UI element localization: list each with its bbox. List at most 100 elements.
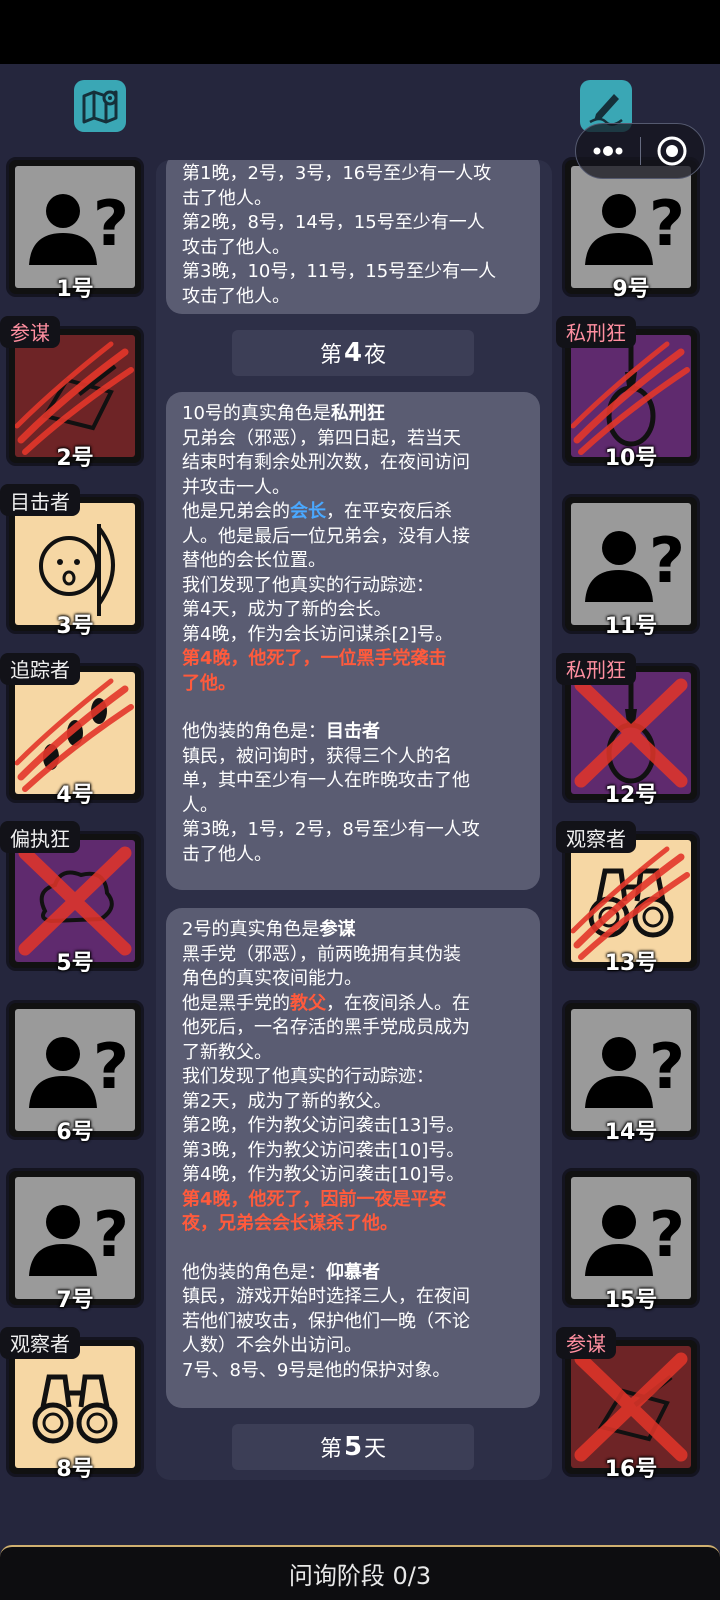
player-card[interactable]: ? 1号 (6, 157, 144, 302)
log-line: 第2天，成为了新的教父。 (182, 1090, 392, 1112)
log-text: ，在平安夜后杀 (326, 501, 452, 522)
role-badge: 目击者 (0, 484, 80, 516)
close-miniprogram-button[interactable] (641, 124, 705, 178)
player-number: 2号 (56, 445, 94, 471)
reveal-role: 私刑狂 (330, 403, 385, 424)
death-line: 第4晚，他死了，因前一夜是平安 (182, 1188, 447, 1210)
player-card[interactable]: 5号 偏执狂 (0, 821, 144, 976)
more-button[interactable] (576, 124, 640, 178)
player-card[interactable]: 12号 私刑狂 (556, 652, 700, 808)
player-card[interactable]: 2号 参谋 (0, 315, 144, 471)
log-line: 人。他是最后一位兄弟会，没有人接 (182, 525, 470, 547)
fake-role-line: 他伪装的角色是：仰慕者 (182, 1261, 524, 1286)
player-number: 3号 (56, 614, 94, 639)
map-button[interactable] (74, 80, 126, 132)
role-badge: 观察者 (0, 1326, 80, 1359)
reveal-heading-text: 2号的真实角色是 (182, 919, 320, 940)
log-line: 我们发现了他真实的行动踪迹： (182, 574, 434, 596)
player-card[interactable]: ? 6号 (6, 999, 144, 1145)
phase-label: 问询阶段 0/3 (288, 1562, 432, 1590)
log-line: 第2晚，作为教父访问袭击[13]号。 (182, 1115, 465, 1136)
unknown-role-icon: ? (571, 1177, 691, 1299)
log-line: 并攻击一人。 (182, 476, 290, 498)
svg-text:?: ? (649, 1030, 685, 1103)
more-dots-icon (593, 146, 623, 156)
log-line: 7号、8号、9号是他的保护对象。 (182, 1359, 451, 1381)
observer-role-icon (15, 1345, 135, 1468)
log-line: 单，其中至少有一人在昨晚攻击了他 (182, 770, 470, 791)
tracker-role-icon (15, 671, 135, 794)
unknown-role-icon: ? (15, 1008, 135, 1131)
title-highlight: 会长 (290, 501, 326, 522)
log-text: 他是兄弟会的 (182, 501, 290, 522)
player-card[interactable]: 3号 目击者 (0, 484, 144, 639)
player-card[interactable]: ? 11号 (562, 494, 700, 639)
unknown-role-icon: ? (571, 1008, 691, 1131)
log-line: 第4天，成为了新的会长。 (182, 599, 392, 620)
log-line: 镇民，被问询时，获得三个人的名 (182, 745, 452, 767)
role-badge: 参谋 (0, 315, 60, 348)
reveal-heading: 10号的真实角色是私刑狂 (182, 402, 524, 427)
night-divider: 第4夜 (232, 330, 474, 376)
player-number: 14号 (604, 1119, 658, 1145)
phase-footer[interactable]: 问询阶段 0/3 (0, 1545, 720, 1600)
log-line: 第1晚，2号，3号，16号至少有一人攻 (182, 163, 492, 184)
player-number: 10号 (604, 445, 658, 471)
fake-role-line: 他伪装的角色是：目击者 (182, 720, 524, 745)
status-bar (0, 0, 720, 64)
log-bubble-reveal-2: 2号的真实角色是参谋 黑手党（邪恶），前两晚拥有其伪装 角色的真实夜间能力。 他… (166, 908, 540, 1408)
svg-text:?: ? (93, 187, 129, 260)
log-line: 若他们被攻击，保护他们一晚（不论 (182, 1310, 470, 1332)
reveal-heading: 2号的真实角色是参谋 (182, 918, 524, 943)
role-badge: 参谋 (556, 1326, 616, 1359)
player-card[interactable]: 13号 观察者 (556, 821, 700, 976)
log-line: 第4晚，作为会长访问谋杀[2]号。 (182, 623, 453, 645)
log-line: 第3晚，作为教父访问袭击[10]号。 (182, 1139, 465, 1161)
unknown-role-icon: ? (571, 503, 691, 625)
player-card[interactable]: 4号 追踪者 (0, 652, 144, 808)
log-line: 人。 (182, 794, 218, 816)
log-line: 第3晚，10号，11号，15号至少有一人 (182, 261, 497, 282)
divider-suffix: 天 (364, 1437, 387, 1462)
player-number: 11号 (604, 614, 658, 639)
log-line: 角色的真实夜间能力。 (182, 968, 362, 989)
advisor-role-icon (571, 1345, 691, 1468)
role-badge: 追踪者 (0, 652, 80, 685)
log-line: 第2晚，8号，14号，15号至少有一人 (182, 212, 485, 233)
unknown-role-icon: ? (571, 166, 691, 288)
target-close-icon (657, 136, 687, 166)
player-number: 16号 (604, 1456, 658, 1482)
log-line: 他是黑手党的教父，在夜间杀人。在 (182, 992, 524, 1017)
log-line: 人数）不会外出访问。 (182, 1335, 362, 1356)
divider-prefix: 第 (319, 343, 342, 368)
player-number: 5号 (56, 951, 94, 976)
reveal-heading-text: 10号的真实角色是 (182, 403, 331, 424)
unknown-role-icon: ? (15, 166, 135, 288)
role-badge: 私刑狂 (556, 315, 636, 348)
log-line: 攻击了他人。 (182, 285, 290, 307)
log-line: 我们发现了他真实的行动踪迹： (182, 1066, 434, 1087)
player-card[interactable]: ? 7号 (6, 1168, 144, 1313)
player-card[interactable]: 8号 观察者 (0, 1326, 144, 1482)
miniprogram-capsule (575, 123, 705, 179)
log-line: 兄弟会（邪恶），第四日起，若当天 (182, 427, 461, 449)
player-card[interactable]: 16号 参谋 (556, 1326, 700, 1482)
log-line: 第4晚，作为教父访问袭击[10]号。 (182, 1164, 465, 1185)
map-icon (82, 90, 118, 124)
player-number: 8号 (56, 1456, 94, 1482)
log-line: 他死后，一名存活的黑手党成员成为 (182, 1017, 470, 1038)
svg-text:?: ? (93, 1198, 129, 1271)
log-line: 第3晚，1号，2号，8号至少有一人攻 (182, 819, 480, 840)
log-text: ，在夜间杀人。在 (326, 992, 470, 1014)
paranoid-role-icon (15, 840, 135, 962)
game-screen: ? 1号 2号 参谋 3号 目击者 4号 追踪者 5号 偏执狂? 6号? 7号 8号 观察者 ? 9号 10号… (0, 0, 720, 1600)
player-card[interactable]: ? 15号 (562, 1168, 700, 1313)
player-card[interactable]: 10号 私刑狂 (556, 315, 700, 471)
player-number: 13号 (604, 951, 658, 976)
game-log-panel[interactable]: 第1晚，2号，3号，16号至少有一人攻 击了他人。 第2晚，8号，14号，15号… (156, 160, 552, 1480)
player-card[interactable]: ? 14号 (562, 999, 700, 1145)
log-line: 黑手党（邪恶），前两晚拥有其伪装 (182, 943, 461, 965)
divider-suffix: 夜 (364, 343, 387, 368)
player-number: 6号 (56, 1119, 94, 1145)
